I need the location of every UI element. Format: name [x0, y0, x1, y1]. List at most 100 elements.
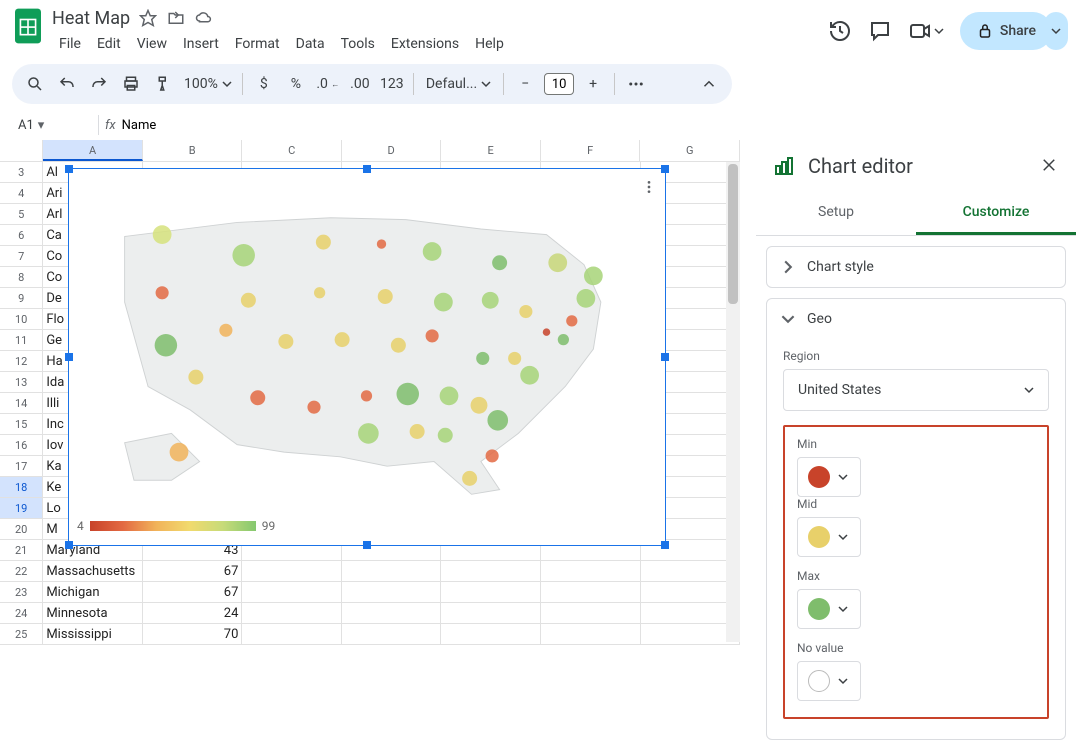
share-button[interactable]: Share — [960, 12, 1052, 50]
row-header[interactable]: 3 — [0, 162, 43, 183]
menu-help[interactable]: Help — [468, 32, 511, 56]
novalue-color-picker[interactable] — [797, 661, 861, 701]
cell[interactable]: Massachusetts — [43, 561, 143, 582]
row-header[interactable]: 17 — [0, 456, 43, 477]
format-percent[interactable]: % — [281, 69, 311, 99]
menu-data[interactable]: Data — [289, 32, 332, 56]
col-header-E[interactable]: E — [441, 140, 541, 161]
decrease-decimal-icon[interactable]: .0 ← — [313, 69, 343, 99]
undo-icon[interactable] — [52, 69, 82, 99]
cell[interactable]: Minnesota — [43, 603, 143, 624]
toolbar-more-icon[interactable] — [621, 69, 651, 99]
cell[interactable] — [541, 561, 641, 582]
row-header[interactable]: 11 — [0, 330, 43, 351]
more-formats[interactable]: 123 — [377, 69, 407, 99]
col-header-A[interactable]: A — [43, 140, 143, 161]
row-header[interactable]: 18 — [0, 477, 43, 498]
cell[interactable] — [342, 603, 442, 624]
collapse-toolbar-icon[interactable] — [694, 69, 724, 99]
menu-extensions[interactable]: Extensions — [384, 32, 466, 56]
vertical-scrollbar[interactable] — [726, 162, 740, 642]
cell[interactable]: 67 — [143, 582, 243, 603]
min-color-picker[interactable] — [797, 457, 861, 497]
formula-bar[interactable] — [122, 118, 728, 133]
paint-format-icon[interactable] — [148, 69, 178, 99]
row-header[interactable]: 8 — [0, 267, 43, 288]
col-header-G[interactable]: G — [640, 140, 740, 161]
col-header-B[interactable]: B — [143, 140, 243, 161]
star-icon[interactable] — [138, 8, 158, 28]
cell[interactable]: 70 — [143, 624, 243, 645]
move-icon[interactable] — [166, 8, 186, 28]
spreadsheet[interactable]: A B C D E F G 3Al4Ari5Arl6Ca7Co8Co9De10F… — [0, 140, 740, 750]
cloud-icon[interactable] — [194, 8, 214, 28]
font-size-input[interactable] — [544, 73, 574, 95]
max-color-picker[interactable] — [797, 589, 861, 629]
col-header-C[interactable]: C — [242, 140, 342, 161]
menu-edit[interactable]: Edit — [90, 32, 128, 56]
chart-menu-icon[interactable] — [639, 177, 659, 197]
font-dropdown[interactable]: Defaul... — [420, 76, 497, 92]
history-icon[interactable] — [828, 19, 852, 43]
cell[interactable]: 24 — [143, 603, 243, 624]
row-header[interactable]: 21 — [0, 540, 43, 561]
comment-icon[interactable] — [868, 19, 892, 43]
cell[interactable] — [242, 582, 342, 603]
row-header[interactable]: 13 — [0, 372, 43, 393]
tab-setup[interactable]: Setup — [756, 192, 916, 235]
row-header[interactable]: 14 — [0, 393, 43, 414]
cell[interactable] — [541, 603, 641, 624]
cell[interactable] — [541, 582, 641, 603]
region-select[interactable]: United States — [783, 369, 1049, 411]
row-header[interactable]: 9 — [0, 288, 43, 309]
row-header[interactable]: 20 — [0, 519, 43, 540]
row-header[interactable]: 10 — [0, 309, 43, 330]
row-header[interactable]: 4 — [0, 183, 43, 204]
cell[interactable] — [242, 624, 342, 645]
share-dropdown[interactable] — [1044, 12, 1068, 50]
cell[interactable] — [441, 582, 541, 603]
section-geo[interactable]: Geo — [767, 299, 1065, 339]
menu-file[interactable]: File — [52, 32, 88, 56]
document-title[interactable]: Heat Map — [52, 8, 130, 29]
select-all-corner[interactable] — [0, 140, 43, 161]
cell[interactable]: Mississippi — [43, 624, 143, 645]
row-header[interactable]: 12 — [0, 351, 43, 372]
increase-decimal-icon[interactable]: .00 — [345, 69, 375, 99]
menu-format[interactable]: Format — [228, 32, 287, 56]
row-header[interactable]: 22 — [0, 561, 43, 582]
decrease-font-size[interactable]: − — [510, 69, 540, 99]
print-icon[interactable] — [116, 69, 146, 99]
row-header[interactable]: 6 — [0, 225, 43, 246]
meet-button[interactable] — [908, 19, 944, 43]
row-header[interactable]: 19 — [0, 498, 43, 519]
cell[interactable] — [242, 561, 342, 582]
menu-view[interactable]: View — [130, 32, 174, 56]
cell[interactable]: 67 — [143, 561, 243, 582]
search-icon[interactable] — [20, 69, 50, 99]
row-header[interactable]: 23 — [0, 582, 43, 603]
cell[interactable] — [441, 561, 541, 582]
mid-color-picker[interactable] — [797, 517, 861, 557]
cell[interactable] — [342, 561, 442, 582]
menu-insert[interactable]: Insert — [176, 32, 226, 56]
increase-font-size[interactable]: + — [578, 69, 608, 99]
cell[interactable] — [541, 624, 641, 645]
section-chart-style[interactable]: Chart style — [767, 247, 1065, 287]
redo-icon[interactable] — [84, 69, 114, 99]
row-header[interactable]: 7 — [0, 246, 43, 267]
tab-customize[interactable]: Customize — [916, 192, 1076, 235]
col-header-D[interactable]: D — [342, 140, 442, 161]
zoom-dropdown[interactable]: 100% — [180, 76, 236, 92]
cell[interactable] — [342, 624, 442, 645]
format-currency[interactable]: $ — [249, 69, 279, 99]
cell[interactable] — [242, 603, 342, 624]
cell[interactable]: Michigan — [43, 582, 143, 603]
cell[interactable] — [441, 603, 541, 624]
row-header[interactable]: 5 — [0, 204, 43, 225]
sheets-logo[interactable] — [12, 6, 44, 46]
cell[interactable] — [342, 582, 442, 603]
row-header[interactable]: 16 — [0, 435, 43, 456]
col-header-F[interactable]: F — [541, 140, 641, 161]
row-header[interactable]: 15 — [0, 414, 43, 435]
